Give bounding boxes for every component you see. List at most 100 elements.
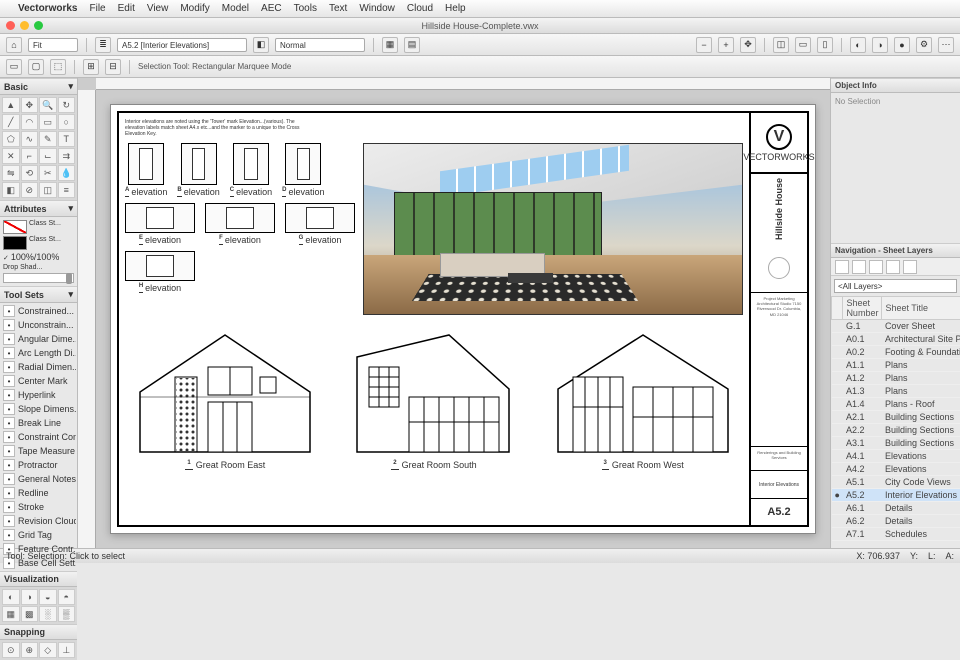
elevation-3[interactable]: 3Great Room West [548, 327, 738, 470]
toolset-item[interactable]: •Constraint Com... [1, 430, 76, 444]
sheet-layer[interactable]: Interior elevations are noted using the … [110, 104, 816, 534]
navigation-header[interactable]: Navigation - Sheet Layers [831, 243, 960, 258]
rect-tool[interactable]: ▭ [39, 114, 57, 130]
visualization-header[interactable]: Visualization [0, 571, 77, 587]
menu-aec[interactable]: AEC [261, 3, 282, 14]
settings-icon[interactable]: ⚙ [916, 37, 932, 53]
menu-view[interactable]: View [147, 3, 169, 14]
rotate-tool[interactable]: ⟲ [21, 165, 39, 181]
nav-btn-5[interactable] [903, 260, 917, 274]
polyline-tool[interactable]: ∿ [21, 131, 39, 147]
zoom-out-button[interactable]: − [696, 37, 712, 53]
toolset-item[interactable]: •Break Line [1, 416, 76, 430]
tool-btn-1[interactable]: ▦ [382, 37, 398, 53]
menu-tools[interactable]: Tools [294, 3, 317, 14]
vis-cell[interactable] [832, 463, 843, 476]
toolsets-header[interactable]: Tool Sets▾ [0, 286, 77, 303]
fillet-tool[interactable]: ⌐ [21, 148, 39, 164]
sheet-layer-row[interactable]: A2.2Building Sections [832, 424, 960, 437]
legend-item-C[interactable]: Celevation [230, 143, 272, 197]
menu-text[interactable]: Text [329, 3, 347, 14]
nav-btn-3[interactable] [869, 260, 883, 274]
fit-selector[interactable]: Fit [28, 38, 78, 52]
menu-cloud[interactable]: Cloud [407, 3, 433, 14]
sheet-layer-row[interactable]: A5.1City Code Views [832, 476, 960, 489]
vis-cell[interactable] [832, 346, 843, 359]
menu-help[interactable]: Help [445, 3, 466, 14]
pan-tool[interactable]: ✥ [21, 97, 39, 113]
render-btn-1[interactable]: ◐ [850, 37, 866, 53]
vis-cell[interactable] [832, 398, 843, 411]
vis-cell[interactable] [832, 320, 843, 333]
vis-cell[interactable] [832, 437, 843, 450]
pan-button[interactable]: ✥ [740, 37, 756, 53]
render-selector[interactable]: Normal [275, 38, 365, 52]
toolset-item[interactable]: •Unconstrain... [1, 318, 76, 332]
mode-btn-3[interactable]: ⬚ [50, 59, 66, 75]
line-tool[interactable]: ╱ [2, 114, 20, 130]
class-style-select-2[interactable]: Class St... [29, 236, 74, 250]
snapping-header[interactable]: Snapping [0, 624, 77, 640]
nav-btn-1[interactable] [835, 260, 849, 274]
sheet-layer-row[interactable]: A0.2Footing & Foundation Pl... [832, 346, 960, 359]
vis-cell[interactable] [832, 424, 843, 437]
sheet-layer-row[interactable]: A6.1Details [832, 502, 960, 515]
attributes-palette-header[interactable]: Attributes▾ [0, 200, 77, 217]
clip-tool[interactable]: ◫ [39, 182, 57, 198]
menu-modify[interactable]: Modify [180, 3, 209, 14]
collapse-icon[interactable]: ▾ [68, 81, 73, 92]
class-style-select[interactable]: Class St... [29, 220, 74, 234]
viz-2[interactable]: ◑ [21, 589, 39, 605]
collapse-icon[interactable]: ▾ [68, 289, 73, 300]
sheet-layer-row[interactable]: A0.1Architectural Site Plan [832, 333, 960, 346]
snap-1[interactable]: ⊙ [2, 642, 20, 658]
toolset-item[interactable]: •Revision Cloud [1, 514, 76, 528]
view-top-button[interactable]: ▭ [795, 37, 811, 53]
split-tool[interactable]: ⊘ [21, 182, 39, 198]
circle-tool[interactable]: ○ [58, 114, 76, 130]
sheet-layer-row[interactable]: A1.4Plans - Roof [832, 398, 960, 411]
toolset-item[interactable]: •Angular Dime... [1, 332, 76, 346]
sheet-layer-row[interactable]: A2.1Building Sections [832, 411, 960, 424]
sheet-layer-row[interactable]: A1.3Plans [832, 385, 960, 398]
viz-1[interactable]: ◐ [2, 589, 20, 605]
arc-tool[interactable]: ◠ [21, 114, 39, 130]
selection-tool[interactable]: ▲ [2, 97, 20, 113]
view-front-button[interactable]: ▯ [817, 37, 833, 53]
locus-tool[interactable]: ✕ [2, 148, 20, 164]
view-selector[interactable]: A5.2 [Interior Elevations] [117, 38, 247, 52]
maximize-icon[interactable] [34, 21, 43, 30]
home-button[interactable]: ⌂ [6, 37, 22, 53]
text-tool[interactable]: T [58, 131, 76, 147]
menu-file[interactable]: File [89, 3, 105, 14]
vis-cell[interactable] [832, 411, 843, 424]
vis-cell[interactable] [832, 515, 843, 528]
toolset-item[interactable]: •Hyperlink [1, 388, 76, 402]
snap-3[interactable]: ◇ [39, 642, 57, 658]
render-btn-2[interactable]: ◑ [872, 37, 888, 53]
viz-8[interactable]: ▒ [58, 606, 76, 622]
interior-render-viewport[interactable] [363, 143, 743, 315]
object-info-header[interactable]: Object Info [831, 78, 960, 93]
snap-4[interactable]: ⊥ [58, 642, 76, 658]
sheet-layer-row[interactable]: A7.1Schedules [832, 528, 960, 541]
legend-item-D[interactable]: Delevation [282, 143, 324, 197]
vis-cell[interactable] [832, 372, 843, 385]
freehand-tool[interactable]: ✎ [39, 131, 57, 147]
mirror-tool[interactable]: ⇋ [2, 165, 20, 181]
toolset-item[interactable]: •Radial Dimen... [1, 360, 76, 374]
nav-filter-select[interactable]: <All Layers> [834, 279, 957, 293]
vis-cell[interactable] [832, 333, 843, 346]
app-name[interactable]: Vectorworks [18, 3, 77, 14]
tool-btn-2[interactable]: ▤ [404, 37, 420, 53]
toolset-item[interactable]: •General Notes [1, 472, 76, 486]
vis-cell[interactable] [832, 359, 843, 372]
poly-tool[interactable]: ⬠ [2, 131, 20, 147]
close-icon[interactable] [6, 21, 15, 30]
sheet-layer-row[interactable]: A4.1Elevations [832, 450, 960, 463]
basic-palette-header[interactable]: Basic▾ [0, 78, 77, 95]
chamfer-tool[interactable]: ⌙ [39, 148, 57, 164]
sheet-layer-table[interactable]: Sheet Number Sheet Title G.1Cover SheetA… [831, 296, 960, 548]
toolset-item[interactable]: •Arc Length Di... [1, 346, 76, 360]
flyover-tool[interactable]: ↻ [58, 97, 76, 113]
